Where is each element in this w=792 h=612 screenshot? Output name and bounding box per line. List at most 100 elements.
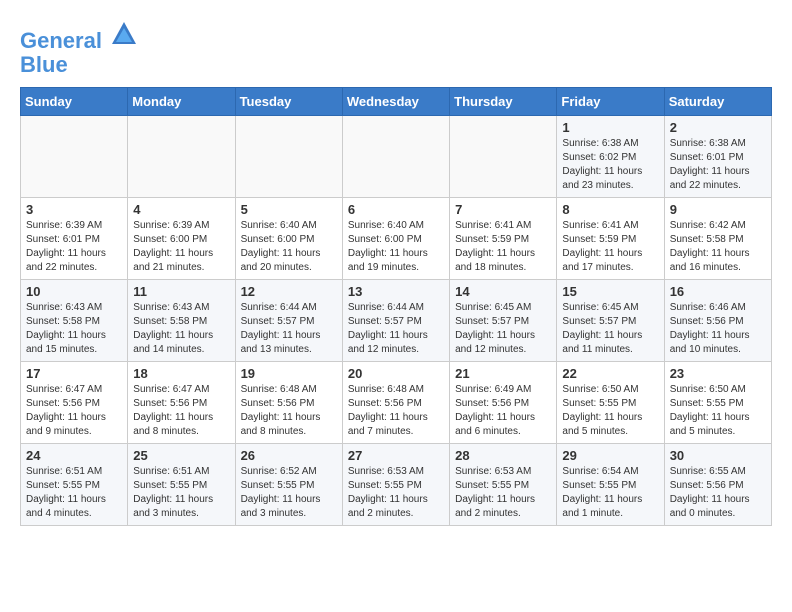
weekday-header-monday: Monday (128, 88, 235, 116)
day-number: 25 (133, 448, 229, 463)
day-info: Sunrise: 6:42 AMSunset: 5:58 PMDaylight:… (670, 219, 766, 275)
weekday-header-saturday: Saturday (664, 88, 771, 116)
calendar-cell: 16 Sunrise: 6:46 AMSunset: 5:56 PMDayligh… (664, 280, 771, 362)
calendar-cell: 3 Sunrise: 6:39 AMSunset: 6:01 PMDaylight… (21, 198, 128, 280)
calendar-cell: 30 Sunrise: 6:55 AMSunset: 5:56 PMDayligh… (664, 444, 771, 526)
calendar-cell: 23 Sunrise: 6:50 AMSunset: 5:55 PMDayligh… (664, 362, 771, 444)
day-number: 23 (670, 366, 766, 381)
day-number: 30 (670, 448, 766, 463)
day-number: 3 (26, 202, 122, 217)
day-info: Sunrise: 6:48 AMSunset: 5:56 PMDaylight:… (348, 383, 444, 439)
calendar-cell: 6Sunrise: 6:40 AMSunset: 6:00 PMDaylight… (342, 198, 449, 280)
day-info: Sunrise: 6:55 AMSunset: 5:56 PMDaylight:… (670, 465, 766, 521)
weekday-header-sunday: Sunday (21, 88, 128, 116)
calendar-cell (21, 116, 128, 198)
calendar-cell: 22 Sunrise: 6:50 AMSunset: 5:55 PMDayligh… (557, 362, 664, 444)
weekday-header-friday: Friday (557, 88, 664, 116)
day-info: Sunrise: 6:51 AMSunset: 5:55 PMDaylight:… (26, 465, 122, 521)
day-number: 24 (26, 448, 122, 463)
day-number: 16 (670, 284, 766, 299)
day-number: 2 (670, 120, 766, 135)
day-number: 14 (455, 284, 551, 299)
day-number: 19 (241, 366, 337, 381)
day-number: 9 (670, 202, 766, 217)
calendar-cell (450, 116, 557, 198)
logo-blue-text: Blue (20, 53, 138, 77)
day-info: Sunrise: 6:45 AMSunset: 5:57 PMDaylight:… (562, 301, 658, 357)
day-info: Sunrise: 6:40 AMSunset: 6:00 PMDaylight:… (241, 219, 337, 275)
day-info: Sunrise: 6:47 AMSunset: 5:56 PMDaylight:… (26, 383, 122, 439)
day-number: 8 (562, 202, 658, 217)
day-info: Sunrise: 6:50 AMSunset: 5:55 PMDaylight:… (562, 383, 658, 439)
calendar-cell: 18 Sunrise: 6:47 AMSunset: 5:56 PMDayligh… (128, 362, 235, 444)
calendar-week-row: 17 Sunrise: 6:47 AMSunset: 5:56 PMDayligh… (21, 362, 772, 444)
weekday-header-tuesday: Tuesday (235, 88, 342, 116)
calendar-cell: 21Sunrise: 6:49 AMSunset: 5:56 PMDayligh… (450, 362, 557, 444)
logo-text: General (20, 20, 138, 53)
day-info: Sunrise: 6:54 AMSunset: 5:55 PMDaylight:… (562, 465, 658, 521)
calendar-cell: 26 Sunrise: 6:52 AMSunset: 5:55 PMDayligh… (235, 444, 342, 526)
calendar-cell: 12Sunrise: 6:44 AMSunset: 5:57 PMDayligh… (235, 280, 342, 362)
day-number: 29 (562, 448, 658, 463)
calendar-week-row: 24 Sunrise: 6:51 AMSunset: 5:55 PMDayligh… (21, 444, 772, 526)
day-number: 11 (133, 284, 229, 299)
calendar-week-row: 1Sunrise: 6:38 AMSunset: 6:02 PMDaylight… (21, 116, 772, 198)
day-info: Sunrise: 6:44 AMSunset: 5:57 PMDaylight:… (241, 301, 337, 357)
calendar-cell: 2 Sunrise: 6:38 AMSunset: 6:01 PMDaylight… (664, 116, 771, 198)
weekday-header-row: SundayMondayTuesdayWednesdayThursdayFrid… (21, 88, 772, 116)
calendar-cell: 14 Sunrise: 6:45 AMSunset: 5:57 PMDayligh… (450, 280, 557, 362)
day-number: 22 (562, 366, 658, 381)
day-number: 27 (348, 448, 444, 463)
day-info: Sunrise: 6:41 AMSunset: 5:59 PMDaylight:… (455, 219, 551, 275)
calendar-cell: 11 Sunrise: 6:43 AMSunset: 5:58 PMDayligh… (128, 280, 235, 362)
day-info: Sunrise: 6:46 AMSunset: 5:56 PMDaylight:… (670, 301, 766, 357)
calendar-cell: 28 Sunrise: 6:53 AMSunset: 5:55 PMDayligh… (450, 444, 557, 526)
day-number: 5 (241, 202, 337, 217)
calendar-cell: 1Sunrise: 6:38 AMSunset: 6:02 PMDaylight… (557, 116, 664, 198)
day-number: 15 (562, 284, 658, 299)
calendar-cell: 24 Sunrise: 6:51 AMSunset: 5:55 PMDayligh… (21, 444, 128, 526)
day-info: Sunrise: 6:38 AMSunset: 6:01 PMDaylight:… (670, 137, 766, 193)
day-number: 18 (133, 366, 229, 381)
day-number: 4 (133, 202, 229, 217)
day-info: Sunrise: 6:47 AMSunset: 5:56 PMDaylight:… (133, 383, 229, 439)
day-info: Sunrise: 6:51 AMSunset: 5:55 PMDaylight:… (133, 465, 229, 521)
calendar-cell: 8 Sunrise: 6:41 AMSunset: 5:59 PMDaylight… (557, 198, 664, 280)
logo: General Blue (20, 20, 138, 77)
calendar-week-row: 10 Sunrise: 6:43 AMSunset: 5:58 PMDayligh… (21, 280, 772, 362)
day-info: Sunrise: 6:53 AMSunset: 5:55 PMDaylight:… (455, 465, 551, 521)
calendar-cell (235, 116, 342, 198)
day-info: Sunrise: 6:44 AMSunset: 5:57 PMDaylight:… (348, 301, 444, 357)
day-info: Sunrise: 6:39 AMSunset: 6:01 PMDaylight:… (26, 219, 122, 275)
day-number: 10 (26, 284, 122, 299)
calendar-cell: 10 Sunrise: 6:43 AMSunset: 5:58 PMDayligh… (21, 280, 128, 362)
logo-icon (110, 20, 138, 48)
day-info: Sunrise: 6:45 AMSunset: 5:57 PMDaylight:… (455, 301, 551, 357)
day-number: 17 (26, 366, 122, 381)
day-number: 20 (348, 366, 444, 381)
calendar-cell: 27Sunrise: 6:53 AMSunset: 5:55 PMDayligh… (342, 444, 449, 526)
calendar-cell: 20 Sunrise: 6:48 AMSunset: 5:56 PMDayligh… (342, 362, 449, 444)
day-info: Sunrise: 6:48 AMSunset: 5:56 PMDaylight:… (241, 383, 337, 439)
calendar-cell (342, 116, 449, 198)
calendar-cell (128, 116, 235, 198)
calendar-cell: 4Sunrise: 6:39 AMSunset: 6:00 PMDaylight… (128, 198, 235, 280)
day-info: Sunrise: 6:52 AMSunset: 5:55 PMDaylight:… (241, 465, 337, 521)
calendar-cell: 9 Sunrise: 6:42 AMSunset: 5:58 PMDaylight… (664, 198, 771, 280)
calendar-table: SundayMondayTuesdayWednesdayThursdayFrid… (20, 87, 772, 526)
day-number: 7 (455, 202, 551, 217)
day-info: Sunrise: 6:43 AMSunset: 5:58 PMDaylight:… (26, 301, 122, 357)
day-info: Sunrise: 6:43 AMSunset: 5:58 PMDaylight:… (133, 301, 229, 357)
day-number: 28 (455, 448, 551, 463)
day-number: 26 (241, 448, 337, 463)
day-info: Sunrise: 6:50 AMSunset: 5:55 PMDaylight:… (670, 383, 766, 439)
page-header: General Blue (20, 20, 772, 77)
day-number: 21 (455, 366, 551, 381)
calendar-cell: 19 Sunrise: 6:48 AMSunset: 5:56 PMDayligh… (235, 362, 342, 444)
calendar-cell: 29 Sunrise: 6:54 AMSunset: 5:55 PMDayligh… (557, 444, 664, 526)
day-info: Sunrise: 6:41 AMSunset: 5:59 PMDaylight:… (562, 219, 658, 275)
calendar-cell: 17 Sunrise: 6:47 AMSunset: 5:56 PMDayligh… (21, 362, 128, 444)
calendar-cell: 15 Sunrise: 6:45 AMSunset: 5:57 PMDayligh… (557, 280, 664, 362)
day-number: 1 (562, 120, 658, 135)
day-number: 13 (348, 284, 444, 299)
